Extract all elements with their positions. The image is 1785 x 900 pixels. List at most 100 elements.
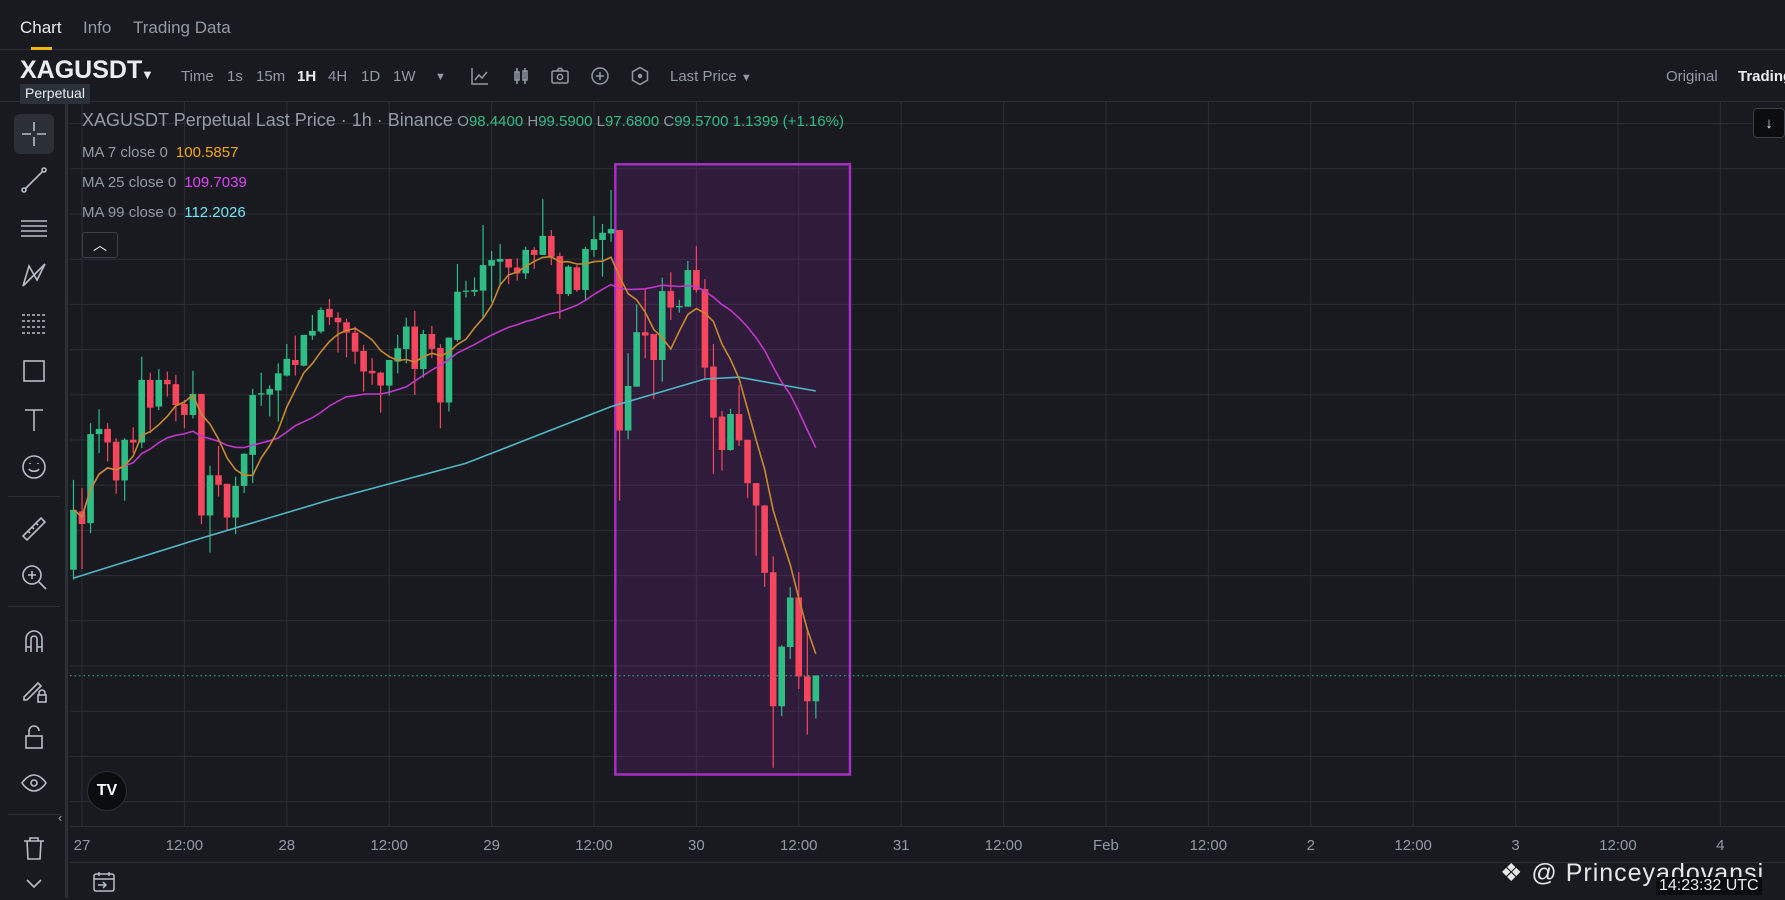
candle-down [513,258,521,281]
candle-body [206,475,214,516]
candle-body [164,379,171,385]
candle-down [343,318,350,358]
time-tick-label: 4 [1716,837,1725,854]
candle-body [778,646,786,707]
candle-body [95,428,103,435]
time-tick-label: 27 [73,837,91,854]
ma99-label: MA 99 close 0 [82,204,177,221]
candle-up [155,369,163,410]
open-label: O [457,113,469,130]
ma25-legend[interactable]: MA 25 close 0 109.7039 [82,174,844,191]
legend-title: XAGUSDT Perpetual Last Price · 1h · Bina… [82,110,453,130]
low-value: 97.6800 [604,113,660,130]
candle-body [292,359,299,365]
candle-body [172,384,180,405]
candle-body [377,372,384,386]
time-tick-label: 12:00 [1394,837,1432,854]
time-tick-label: 28 [278,837,296,854]
contract-type-badge: Perpetual [20,84,90,104]
utc-clock: 14:23:32 UTC [1656,877,1762,895]
candle-body [385,359,393,386]
candle-body [582,249,589,290]
candle-body [471,289,478,292]
ma7-label: MA 7 close 0 [82,144,168,161]
ma7-value: 100.5857 [175,144,239,161]
candle-body [428,334,436,349]
candle-up [496,244,504,285]
chart-legend: XAGUSDT Perpetual Last Price · 1h · Bina… [82,110,844,258]
binance-logo-icon: ❖ [1500,859,1524,887]
candle-body [641,332,649,336]
ma99-legend[interactable]: MA 99 close 0 112.2026 [82,204,844,221]
candle-down [530,247,538,269]
hide-toolbar-chevron-icon[interactable]: ‹ [58,810,70,832]
candle-body [761,505,768,573]
candle-up [317,307,325,334]
time-tick-label: 30 [688,837,705,854]
candle-up [590,216,598,257]
change-value: 1.1399 (+1.16%) [732,113,844,130]
candle-up [274,363,282,422]
candle-body [667,291,675,308]
close-label: C [663,113,675,130]
candle-body [548,235,555,257]
time-tick-label: 12:00 [575,837,613,854]
time-tick-label: 12:00 [779,837,818,854]
candle-down [181,399,188,429]
candle-body [735,414,743,441]
candle-down [292,335,299,376]
candle-body [317,310,325,332]
candle-body [479,265,487,291]
candle-up [488,251,495,302]
candle-body [104,428,111,443]
ma25-label: MA 25 close 0 [82,174,177,191]
candle-body [360,350,367,372]
time-tick-label: 12:00 [1599,837,1637,854]
time-tick-label: Feb [1093,837,1119,854]
candle-body [155,379,163,407]
candle-body [181,403,188,415]
candle-body [599,232,606,240]
candle-body [573,267,581,290]
time-axis[interactable]: 27 12:00 28 12:00 29 12:00 30 12:00 31 12:00 Feb 12… [70,826,1785,862]
candle-down [146,372,154,434]
tradingview-logo[interactable]: TV [87,771,127,811]
candle-body [402,326,410,349]
candle-down [351,326,359,364]
candle-up [445,337,453,412]
candle-body [232,485,239,518]
candle-body [146,379,154,408]
candle-up [420,329,427,378]
candle-down [360,344,367,392]
candle-down [223,483,231,531]
candle-body [624,385,632,431]
candle-down [505,258,512,285]
candle-body [769,572,777,707]
candle-body [70,509,77,570]
candle-up [206,465,214,553]
candle-body [616,230,623,431]
candle-body [266,388,274,395]
candle-body [565,266,572,295]
candle-up [727,408,734,451]
ma99-value: 112.2026 [184,204,246,221]
candle-body [812,675,820,702]
candle-up [522,246,530,280]
candle-up [402,317,410,364]
collapse-legend-button[interactable]: ︿ [82,232,118,258]
candle-up [257,372,265,406]
ma7-legend[interactable]: MA 7 close 0 100.5857 [82,144,844,161]
candle-body [326,308,333,318]
low-label: L [596,113,605,130]
candle-down [701,279,709,380]
scroll-to-latest-button[interactable]: ↓ [1753,108,1785,138]
candle-body [334,317,342,323]
candle-body [676,305,683,308]
candle-up [394,334,402,374]
candle-down [368,358,376,385]
ohlc-values: O98.4400 H99.5900 L97.6800 C99.5700 1.13… [457,113,844,130]
open-value: 98.4400 [468,113,524,130]
candle-up [70,479,77,580]
candle-body [530,249,538,255]
date-range-icon[interactable] [92,871,116,893]
